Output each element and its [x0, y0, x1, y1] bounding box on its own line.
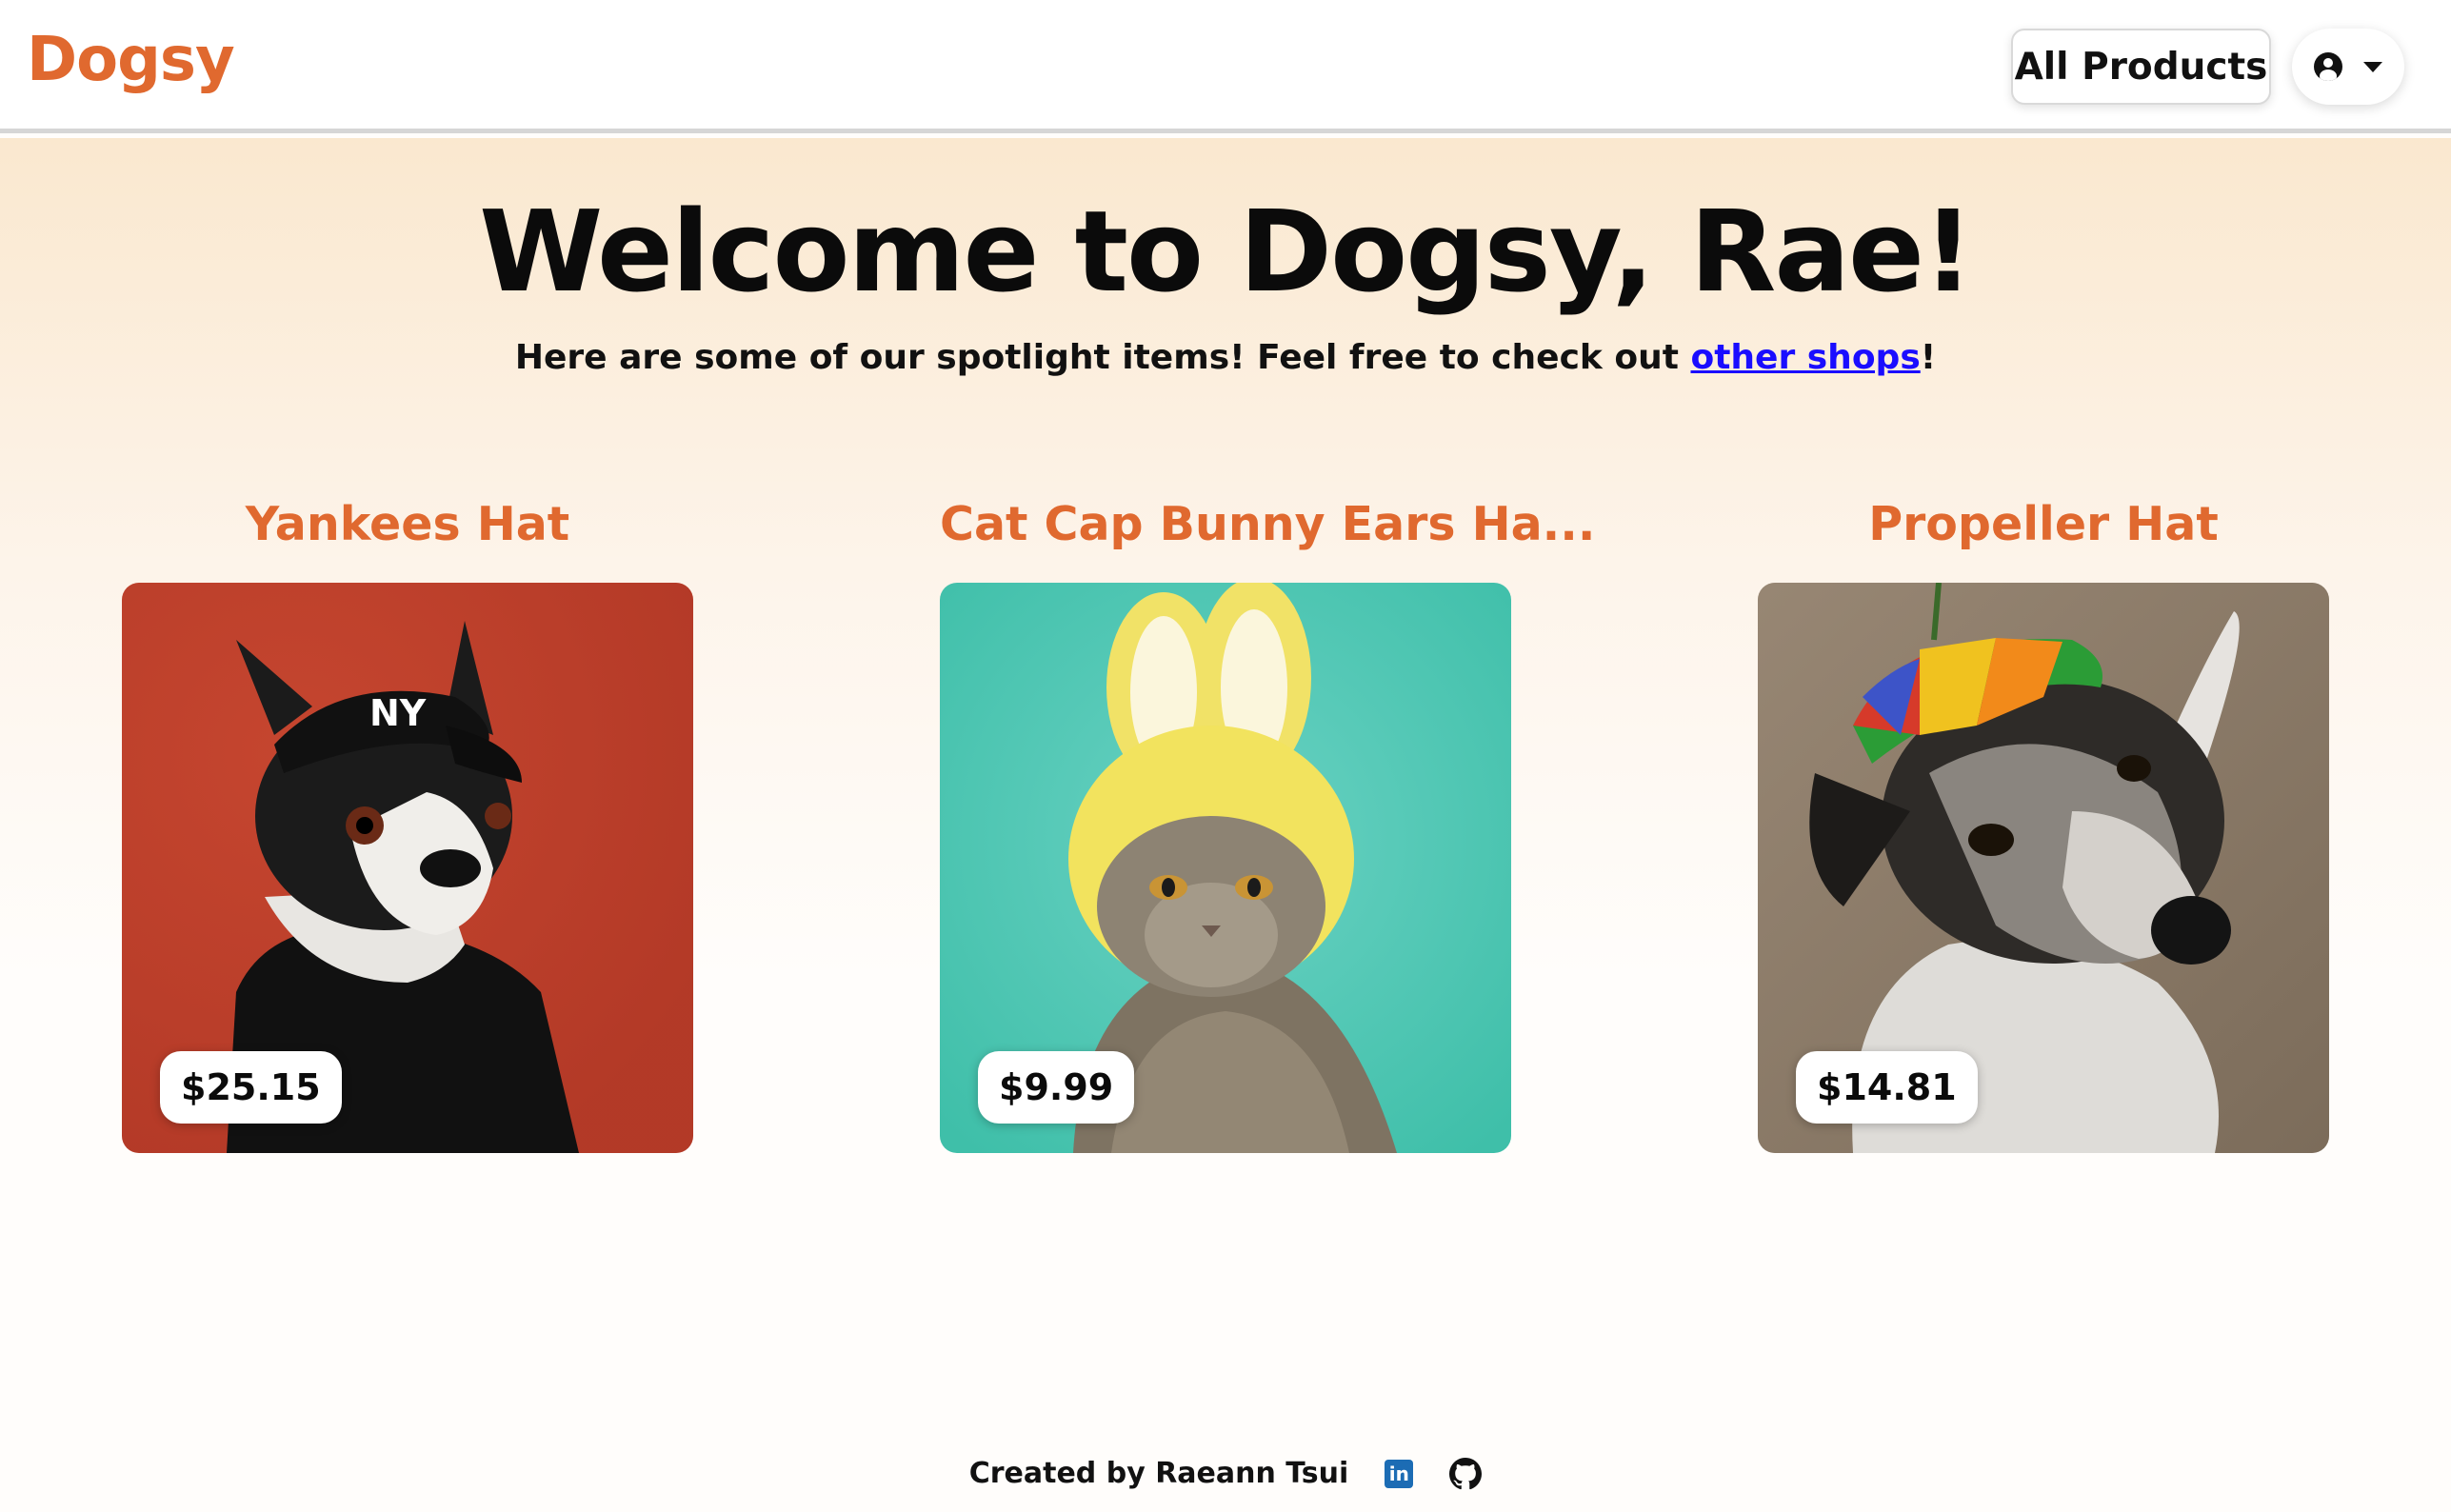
user-circle-icon — [2314, 52, 2342, 81]
svg-text:NY: NY — [369, 692, 427, 734]
page-title: Welcome to Dogsy, Rae! — [479, 186, 1974, 317]
product-title-yankees-hat[interactable]: Yankees Hat — [122, 497, 693, 551]
top-navbar: Dogsy All Products — [0, 0, 2451, 133]
footer-credit: Created by Raeann Tsui — [968, 1457, 1349, 1490]
subtitle-text: Here are some of our spotlight items! Fe… — [514, 338, 1691, 377]
profile-menu-button[interactable] — [2292, 29, 2404, 105]
logo[interactable]: Dogsy — [27, 25, 235, 95]
price-badge: $9.99 — [978, 1051, 1135, 1124]
product-card-yankees-hat[interactable]: NY $25.15 — [122, 583, 693, 1153]
product-card-bunny-ears[interactable]: $9.99 — [940, 583, 1511, 1153]
product-title-bunny-ears[interactable]: Cat Cap Bunny Ears Ha... — [940, 497, 1596, 551]
footer: Created by Raeann Tsui in — [0, 1457, 2451, 1490]
product-card-propeller-hat[interactable]: $14.81 — [1758, 583, 2329, 1153]
page-subtitle: Here are some of our spotlight items! Fe… — [0, 338, 2451, 377]
price-badge: $25.15 — [160, 1051, 342, 1124]
all-products-button[interactable]: All Products — [2011, 29, 2271, 105]
caret-down-icon — [2363, 61, 2382, 72]
github-icon[interactable] — [1449, 1457, 1483, 1490]
price-badge: $14.81 — [1796, 1051, 1978, 1124]
other-shops-link[interactable]: other shops — [1690, 338, 1920, 377]
linkedin-icon[interactable]: in — [1385, 1459, 1414, 1488]
subtitle-end: ! — [1920, 338, 1937, 377]
product-title-propeller-hat[interactable]: Propeller Hat — [1758, 497, 2329, 551]
